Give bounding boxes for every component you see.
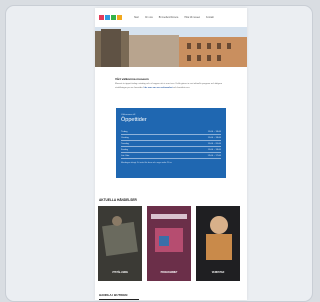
intro-link[interactable]: Läs mer om vår verksamhet (144, 87, 173, 89)
event-tile-exhibition[interactable]: UTSTÄLLNING (98, 206, 142, 282)
hours-title: Öppettider (121, 117, 147, 124)
divider (99, 299, 139, 300)
opening-hours-box: Välkommen till Öppettider Tisdag 11:00 – … (116, 108, 226, 179)
intro-heading: Vårt välkomna museum (115, 77, 149, 81)
top-nav: Start Om oss Bli medlem/Donera Hitta til… (95, 8, 247, 27)
events-heading: AKTUELLA HÄNDELSER (99, 198, 137, 203)
intro-text: Museet är öppet tisdag–söndag och vi hop… (115, 83, 223, 89)
nav-link-find[interactable]: Hitta till museet (184, 17, 200, 19)
event-tile-workshop[interactable]: VERKSTAD (196, 206, 240, 282)
event-tile-program[interactable]: PROGRAMMET (147, 206, 191, 282)
hours-note: Måndagar stängt. Fri entré för barn och … (121, 162, 173, 165)
nav-links: Start Om oss Bli medlem/Donera Hitta til… (134, 17, 214, 19)
hero-image (95, 27, 247, 67)
shop-heading: HANDLA I BUTIKEN (99, 293, 128, 298)
newsletter-page: Start Om oss Bli medlem/Donera Hitta til… (95, 8, 247, 300)
event-tiles: UTSTÄLLNING PROGRAMMET VERKSTAD (95, 206, 247, 282)
hours-row: Lör–Sön 12:00 – 17:00 (121, 153, 221, 160)
logo[interactable] (99, 15, 122, 20)
nav-link-member[interactable]: Bli medlem/Donera (159, 17, 179, 19)
nav-link-start[interactable]: Start (134, 17, 139, 19)
nav-link-contact[interactable]: Kontakt (206, 17, 214, 19)
intro-section: Vårt välkomna museum Museet är öppet tis… (95, 67, 247, 94)
hours-subtitle: Välkommen till (121, 114, 136, 117)
email-preview-card: Start Om oss Bli medlem/Donera Hitta til… (5, 5, 313, 302)
nav-link-about[interactable]: Om oss (145, 17, 153, 19)
